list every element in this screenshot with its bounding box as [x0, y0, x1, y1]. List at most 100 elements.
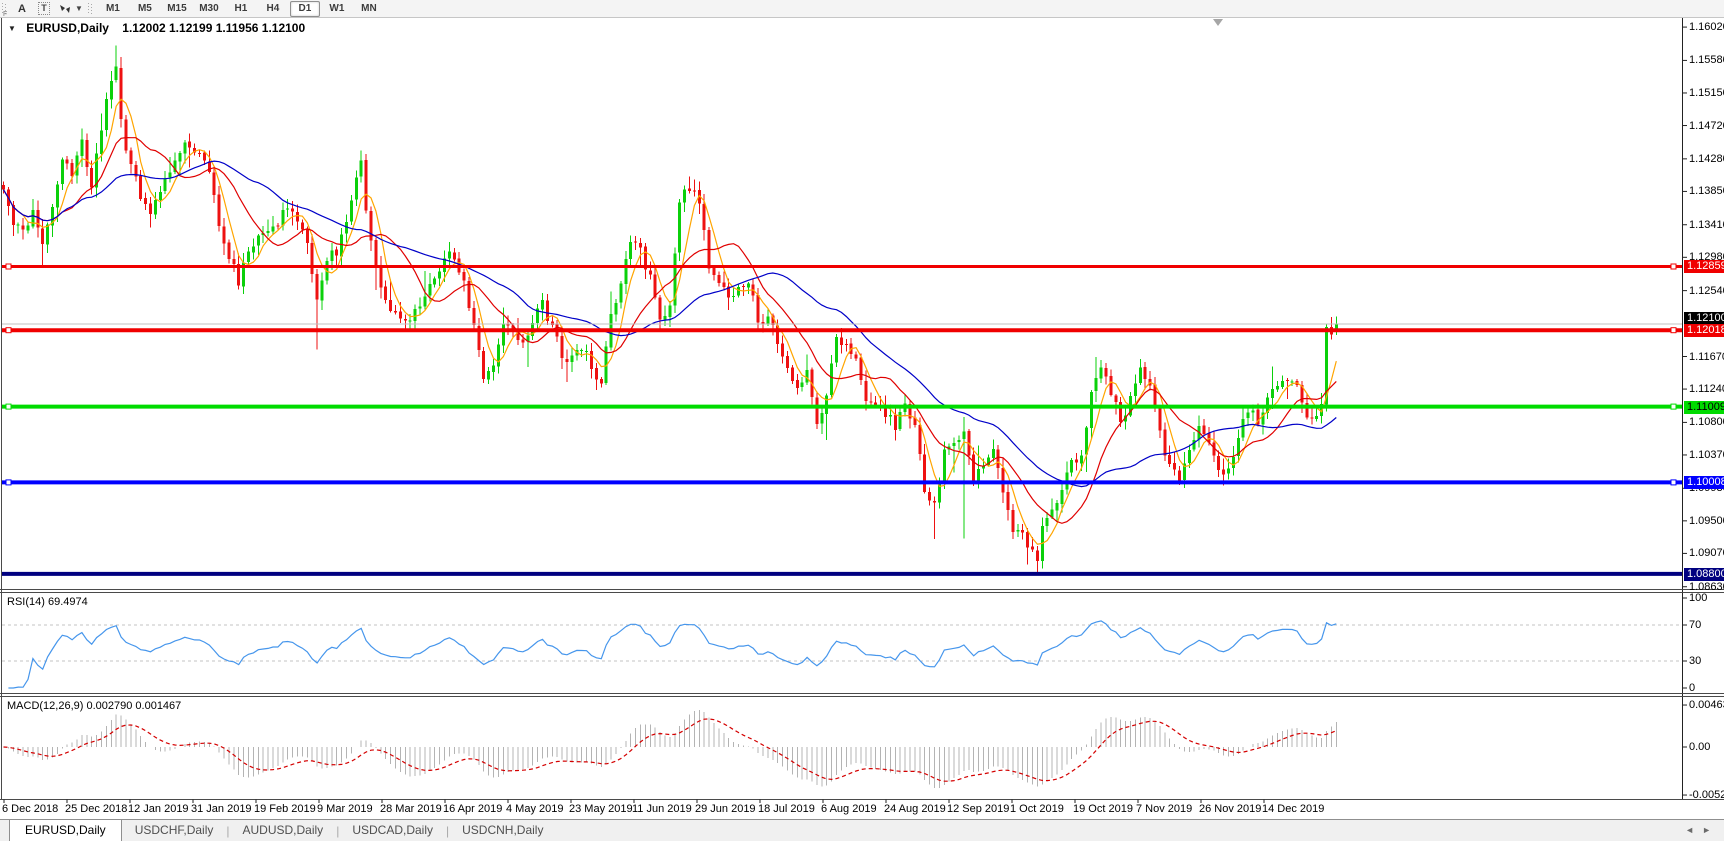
date-axis-label: 26 Nov 2019 [1199, 803, 1261, 815]
date-axis-label: 29 Jun 2019 [695, 803, 756, 815]
candle-body [80, 140, 83, 156]
candle-body [41, 229, 44, 245]
candle-body [374, 240, 377, 266]
date-axis-label: 11 Jun 2019 [632, 803, 692, 815]
candle-body [379, 265, 382, 287]
candle-body [188, 142, 191, 148]
text-tool-icon: A [18, 3, 26, 15]
candle-body [664, 316, 667, 320]
tab-usdcnh[interactable]: USDCNH,Daily [449, 820, 556, 841]
candle-body [742, 286, 745, 287]
price-tick-label: 1.16020 [1689, 22, 1724, 33]
candle-body [169, 173, 172, 178]
candle-body [154, 200, 157, 215]
candle-body [399, 312, 402, 319]
date-axis-label: 6 Aug 2019 [821, 803, 877, 815]
candle-body [619, 284, 622, 303]
candle-body [463, 272, 466, 281]
candlestick-series [2, 45, 1338, 574]
price-chart-canvas[interactable] [0, 0, 1724, 841]
toolbar-drag-handle[interactable]: F [2, 3, 7, 15]
candle-body [923, 455, 926, 493]
candle-body [1158, 408, 1161, 430]
chart-tabs: EURUSD,DailyUSDCHF,Daily|AUDUSD,Daily|US… [0, 820, 556, 841]
timeframe-button-M30[interactable]: M30 [194, 1, 224, 17]
hline-anchor [1671, 404, 1676, 409]
candle-body [125, 119, 128, 150]
tab-audusd[interactable]: AUDUSD,Daily [230, 820, 337, 841]
tab-usdchf[interactable]: USDCHF,Daily [122, 820, 227, 841]
timeframe-button-W1[interactable]: W1 [322, 1, 352, 17]
timeframe-button-H1[interactable]: H1 [226, 1, 256, 17]
timeframe-drag-handle[interactable] [88, 3, 93, 15]
candle-body [1276, 386, 1279, 390]
candle-body [1011, 510, 1014, 532]
rsi-indicator-label: RSI(14) 69.4974 [7, 596, 88, 608]
candle-body [1075, 460, 1078, 463]
candle-body [1188, 450, 1191, 463]
candle-body [703, 204, 706, 230]
timeframe-button-M1[interactable]: M1 [98, 1, 128, 17]
candle-body [66, 160, 69, 164]
tab-scroll-arrows[interactable]: ◄► [1685, 825, 1719, 835]
candle-body [46, 225, 49, 245]
candle-body [590, 351, 593, 369]
hline-anchor [6, 404, 11, 409]
candle-body [781, 343, 784, 356]
dropdown-caret-icon: ▼ [75, 4, 83, 13]
hline-price-badge: 1.12859 [1684, 260, 1724, 273]
candle-body [1109, 376, 1112, 395]
timeframe-button-D1[interactable]: D1 [290, 1, 320, 17]
date-axis-label: 19 Feb 2019 [254, 803, 316, 815]
timeframe-button-MN[interactable]: MN [354, 1, 384, 17]
arrows-tool-button[interactable]: ▼ [58, 1, 83, 16]
candle-body [409, 321, 412, 322]
macd-histogram [4, 710, 1337, 788]
candle-body [428, 284, 431, 296]
candle-body [1217, 456, 1220, 470]
label-tool-icon: T [38, 2, 50, 15]
rsi-scale-label: 100 [1689, 593, 1707, 604]
candle-body [629, 242, 632, 259]
date-axis-label: 24 Aug 2019 [884, 803, 946, 815]
candle-body [502, 324, 505, 346]
candle-body [791, 367, 794, 381]
candle-body [683, 189, 686, 202]
candle-body [580, 350, 583, 351]
collapse-arrow-icon[interactable]: ▼ [8, 24, 16, 33]
tab-usdcad[interactable]: USDCAD,Daily [339, 820, 446, 841]
hline-price-badge: 1.10008 [1684, 476, 1724, 489]
candle-body [178, 153, 181, 161]
price-tick-label: 1.11240 [1689, 384, 1724, 395]
candle-body [27, 226, 30, 231]
tab-eurusd[interactable]: EURUSD,Daily [9, 819, 122, 841]
candle-body [1252, 410, 1255, 412]
candle-body [1168, 455, 1171, 464]
candle-body [227, 243, 230, 259]
chart-shift-marker[interactable] [1213, 19, 1223, 26]
candle-body [247, 252, 250, 263]
macd-signal-line [4, 719, 1337, 781]
mt4-window: F A T ▼ M1M5M15M30H1H4D1W1MN ▼ EURUSD,Da… [0, 0, 1724, 841]
candle-body [218, 194, 221, 225]
price-tick-label: 1.10800 [1689, 417, 1724, 428]
candle-body [144, 198, 147, 204]
label-tool-button[interactable]: T [36, 1, 52, 16]
candle-body [713, 268, 716, 275]
candle-body [120, 68, 123, 119]
candle-body [272, 227, 275, 232]
date-axis-label: 14 Dec 2019 [1262, 803, 1324, 815]
timeframe-button-H4[interactable]: H4 [258, 1, 288, 17]
text-tool-button[interactable]: A [14, 1, 30, 16]
timeframe-button-M15[interactable]: M15 [162, 1, 192, 17]
fibonacci-tool-icon: F [3, 11, 7, 18]
price-tick-label: 1.15580 [1689, 55, 1724, 66]
timeframe-button-M5[interactable]: M5 [130, 1, 160, 17]
candle-body [958, 440, 961, 442]
candle-body [521, 339, 524, 342]
candle-body [17, 225, 20, 226]
candle-body [1271, 389, 1274, 398]
hline-anchor [1671, 480, 1676, 485]
candle-body [2, 185, 5, 190]
candle-body [1222, 470, 1225, 475]
